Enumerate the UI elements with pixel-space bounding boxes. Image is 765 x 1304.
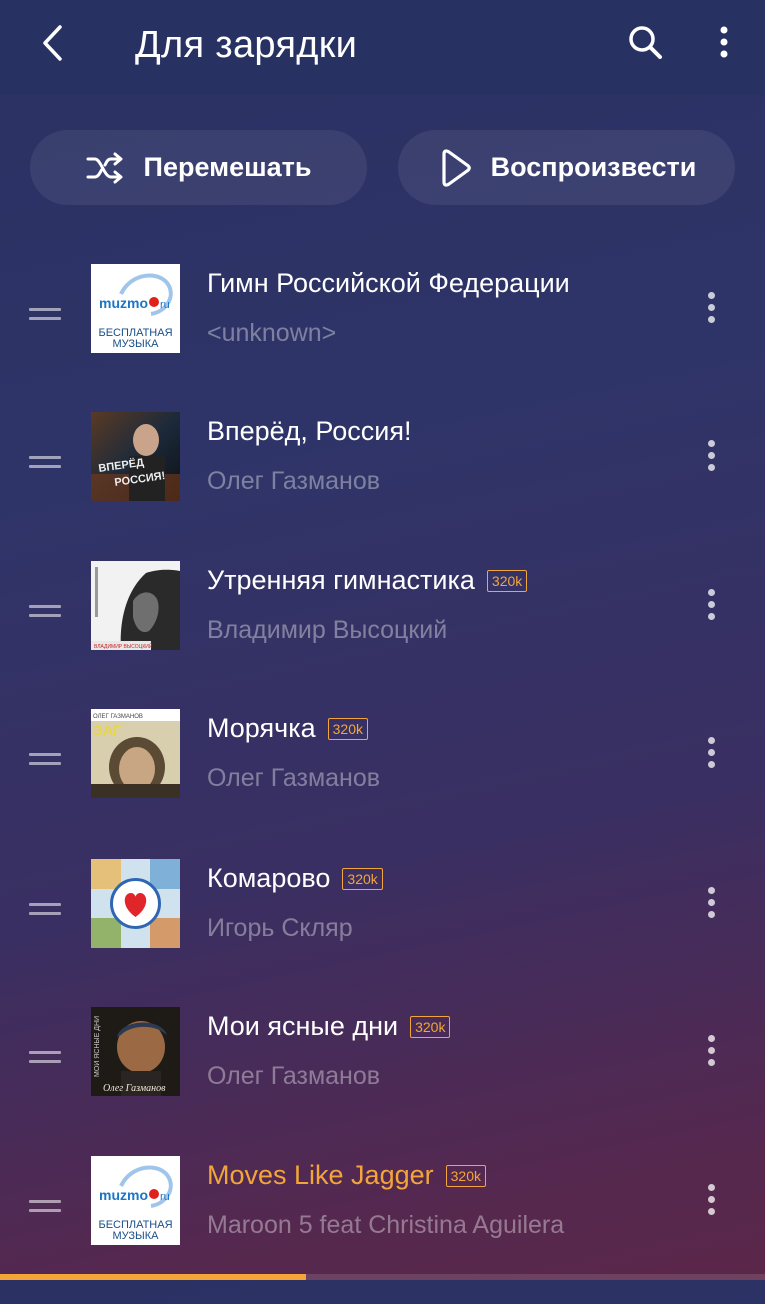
shuffle-button[interactable]: Перемешать (30, 130, 367, 205)
track-title: Гимн Российской Федерации (207, 268, 570, 298)
track-title-line: Вперёд, Россия! (207, 416, 411, 447)
track-title-line: Комарово 320k (207, 863, 383, 894)
cover-brand: muzmo (99, 295, 148, 311)
svg-text:ВЛАДИМИР ВЫСОЦКИЙ: ВЛАДИМИР ВЫСОЦКИЙ (94, 642, 153, 650)
bitrate-badge: 320k (486, 569, 528, 592)
track-title: Морячка (207, 713, 316, 743)
playback-progress-bar[interactable] (0, 1274, 765, 1280)
cover-line2: МУЗЫКА (112, 1230, 159, 1242)
track-title: Мои ясные дни (207, 1011, 399, 1041)
drag-handle-icon[interactable] (29, 1200, 61, 1218)
track-more-button[interactable] (697, 1035, 725, 1073)
bitrate-badge: 320k (410, 1015, 451, 1038)
play-icon (442, 148, 471, 187)
track-artist: <unknown> (207, 319, 337, 347)
svg-text:ОЛЕГ ГАЗМАНОВ: ОЛЕГ ГАЗМАНОВ (93, 714, 143, 720)
bitrate-badge: 320k (342, 867, 383, 890)
track-row[interactable]: ВЛАДИМИР ВЫСОЦКИЙ Утренняя гимнастика 32… (0, 561, 765, 709)
drag-handle-icon[interactable] (29, 903, 61, 921)
track-title-line: Морячка 320k (207, 713, 368, 744)
svg-text:МОИ ЯСНЫЕ ДНИ: МОИ ЯСНЫЕ ДНИ (94, 1016, 101, 1077)
track-row[interactable]: muzmo ru БЕСПЛАТНАЯ МУЗЫКА Moves Like Ja… (0, 1156, 765, 1304)
track-more-button[interactable] (697, 737, 725, 775)
track-title: Вперёд, Россия! (207, 416, 412, 446)
play-label: Воспроизвести (490, 152, 697, 182)
track-title-line: Гимн Российской Федерации (207, 268, 570, 299)
track-artist: Олег Газманов (207, 764, 381, 792)
track-artist: Maroon 5 feat Christina Aguilera (207, 1211, 565, 1239)
bitrate-badge: 320k (327, 717, 368, 740)
drag-handle-icon[interactable] (29, 1051, 61, 1069)
album-cover: ОЛЕГ ГАЗМАНОВ ЭАГ (91, 709, 180, 798)
track-title: Утренняя гимнастика (207, 565, 475, 595)
cover-brand-suffix: ru (160, 1191, 170, 1203)
drag-handle-icon[interactable] (29, 308, 61, 326)
svg-text:Олег Газманов: Олег Газманов (103, 1083, 166, 1094)
track-more-button[interactable] (697, 1184, 725, 1222)
album-cover (91, 859, 180, 948)
drag-handle-icon[interactable] (29, 456, 61, 474)
track-title-line: Утренняя гимнастика 320k (207, 565, 528, 596)
search-button[interactable] (620, 18, 670, 68)
album-cover: muzmo ru БЕСПЛАТНАЯ МУЗЫКА (91, 1156, 180, 1245)
shuffle-icon (86, 152, 123, 183)
album-cover: ВЛАДИМИР ВЫСОЦКИЙ (91, 561, 180, 650)
track-more-button[interactable] (697, 887, 725, 925)
track-artist: Владимир Высоцкий (207, 616, 448, 644)
svg-text:ЭАГ: ЭАГ (93, 722, 121, 738)
track-more-button[interactable] (697, 292, 725, 330)
cover-line2: МУЗЫКА (112, 338, 159, 350)
track-artist: Олег Газманов (207, 467, 381, 495)
shuffle-label: Перемешать (143, 152, 312, 182)
track-row[interactable]: ВПЕРЁД РОССИЯ! Вперёд, Россия! Олег Газм… (0, 412, 765, 560)
cover-brand-suffix: ru (160, 299, 170, 311)
play-all-button[interactable]: Воспроизвести (398, 130, 735, 205)
top-app-bar: Для зарядки (0, 0, 765, 95)
track-artist: Олег Газманов (207, 1062, 381, 1090)
track-row[interactable]: muzmo ru БЕСПЛАТНАЯ МУЗЫКА Гимн Российск… (0, 264, 765, 412)
track-row[interactable]: Олег Газманов МОИ ЯСНЫЕ ДНИ Мои ясные дн… (0, 1007, 765, 1155)
more-vertical-icon (720, 26, 728, 58)
chevron-left-icon (43, 25, 62, 61)
playback-progress-fill (0, 1274, 306, 1280)
page-title: Для зарядки (135, 24, 358, 66)
overflow-menu-button[interactable] (705, 18, 745, 68)
track-title: Moves Like Jagger (207, 1160, 434, 1190)
bitrate-badge: 320k (445, 1164, 486, 1187)
album-cover: Олег Газманов МОИ ЯСНЫЕ ДНИ (91, 1007, 180, 1096)
search-icon (629, 26, 662, 59)
drag-handle-icon[interactable] (29, 753, 61, 771)
track-more-button[interactable] (697, 589, 725, 627)
track-title: Комарово (207, 863, 331, 893)
track-row[interactable]: ОЛЕГ ГАЗМАНОВ ЭАГ Морячка 320k Олег Газм… (0, 709, 765, 857)
track-title-line: Moves Like Jagger 320k (207, 1160, 486, 1191)
track-artist: Игорь Скляр (207, 914, 353, 942)
album-cover: muzmo ru БЕСПЛАТНАЯ МУЗЫКА (91, 264, 180, 353)
drag-handle-icon[interactable] (29, 605, 61, 623)
track-more-button[interactable] (697, 440, 725, 478)
album-cover: ВПЕРЁД РОССИЯ! (91, 412, 180, 501)
back-button[interactable] (30, 20, 80, 70)
track-title-line: Мои ясные дни 320k (207, 1011, 451, 1042)
cover-brand: muzmo (99, 1187, 148, 1203)
track-row[interactable]: Комарово 320k Игорь Скляр (0, 859, 765, 1007)
